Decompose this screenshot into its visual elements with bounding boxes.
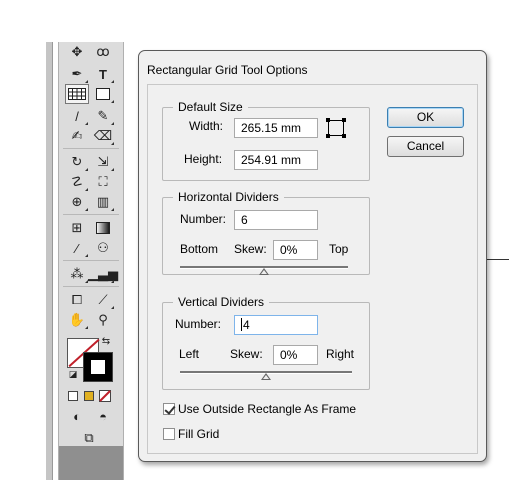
horizontal-skew-field[interactable]: 0% xyxy=(273,240,318,260)
height-label: Height: xyxy=(184,152,223,166)
width-field[interactable]: 265.15 mm xyxy=(234,118,318,138)
lasso-icon[interactable]: ꝏ xyxy=(91,42,115,62)
horizontal-top-label: Top xyxy=(329,242,349,256)
zoom-tool-icon[interactable]: ⚲ xyxy=(91,310,115,330)
warp-tool-icon[interactable]: ☡ xyxy=(65,172,89,192)
vertical-dividers-legend: Vertical Dividers xyxy=(173,295,270,309)
hand-tool-icon[interactable]: ✋ xyxy=(65,310,89,330)
horizontal-number-field[interactable]: 6 xyxy=(234,210,318,230)
pen-tool-icon[interactable]: ✒ xyxy=(65,64,89,84)
slice-tool-icon[interactable]: ⟋ xyxy=(91,290,115,310)
free-transform-icon[interactable]: ⛶ xyxy=(91,172,115,192)
fill-grid-checkbox[interactable] xyxy=(163,428,175,440)
gradient-tool-icon[interactable] xyxy=(91,218,115,238)
cancel-button[interactable]: Cancel xyxy=(387,136,464,157)
height-field[interactable]: 254.91 mm xyxy=(234,150,318,170)
gradient-mode-icon[interactable] xyxy=(81,386,97,406)
swap-fill-stroke-icon[interactable]: ⇆ xyxy=(99,334,113,348)
default-size-group: Default Size Width: 265.15 mm Height: 25… xyxy=(162,100,370,181)
horizontal-bottom-label: Bottom xyxy=(180,242,219,256)
divider xyxy=(63,214,119,215)
blend-tool-icon[interactable]: ⚇ xyxy=(91,238,115,258)
horizontal-number-label: Number: xyxy=(180,212,227,226)
mesh-tool-icon[interactable]: ⊞ xyxy=(65,218,89,238)
divider xyxy=(63,148,119,149)
type-tool-glyph: T xyxy=(99,66,107,82)
type-tool-icon[interactable]: T xyxy=(91,64,115,84)
vertical-number-value: 4 xyxy=(243,318,250,332)
gradient-icon xyxy=(96,222,110,234)
horizontal-skew-label: Skew: xyxy=(234,242,267,256)
eraser-icon[interactable]: ⌫ xyxy=(91,126,115,146)
dialog-titlebar[interactable]: Rectangular Grid Tool Options xyxy=(139,51,486,85)
vertical-number-label: Number: xyxy=(175,317,222,331)
width-label: Width: xyxy=(189,119,224,133)
vertical-dividers-group: Vertical Dividers Number: 4 Left Skew: 0… xyxy=(162,295,370,390)
checkmark-icon xyxy=(164,403,176,415)
eyedropper-icon[interactable]: ⁄ xyxy=(65,238,89,258)
canvas-guide-line xyxy=(484,259,509,260)
palette-gutter xyxy=(46,42,53,480)
shape-builder-icon[interactable]: ⊕ xyxy=(65,192,89,212)
horizontal-dividers-legend: Horizontal Dividers xyxy=(173,190,284,204)
default-colors-icon[interactable]: ◪ xyxy=(67,368,79,380)
default-size-legend: Default Size xyxy=(173,100,248,114)
none-icon xyxy=(99,390,111,402)
fill-grid-label[interactable]: Fill Grid xyxy=(178,427,219,441)
rectangle-icon xyxy=(96,88,110,100)
vertical-skew-label: Skew: xyxy=(230,347,263,361)
draw-behind-icon[interactable]: ◓ xyxy=(91,406,115,426)
rectangle-tool-icon[interactable] xyxy=(91,84,115,104)
blob-brush-icon[interactable]: ✍ xyxy=(65,126,89,146)
color-mode-icon[interactable] xyxy=(65,386,81,406)
drawing-mode-icon[interactable]: ◐ xyxy=(65,406,89,426)
tools-panel: ✥ ꝏ ✒ T / ✎ ✍ ⌫ ↻ ⇲ ☡ ⛶ ⊕ ▥ ⊞ ⁄ ⚇ ⁂ ▁▃▅ … xyxy=(58,42,124,480)
vertical-skew-slider-thumb[interactable] xyxy=(261,373,271,380)
divider xyxy=(63,286,119,287)
gradient-swatch-icon xyxy=(84,391,94,401)
rotate-tool-icon[interactable]: ↻ xyxy=(65,152,89,172)
vertical-right-label: Right xyxy=(326,347,355,361)
artboard-tool-icon[interactable]: ⧠ xyxy=(65,290,89,310)
divider xyxy=(63,260,119,261)
text-caret xyxy=(241,318,242,331)
reference-point-icon[interactable] xyxy=(326,118,346,138)
color-icon xyxy=(68,391,78,401)
rectangular-grid-options-dialog: Rectangular Grid Tool Options Default Si… xyxy=(138,50,487,462)
screen-mode-icon[interactable]: ⧉ xyxy=(77,428,101,448)
panel-background xyxy=(59,446,123,480)
canvas-area xyxy=(484,42,509,480)
ok-button[interactable]: OK xyxy=(387,107,464,128)
scale-tool-icon[interactable]: ⇲ xyxy=(91,152,115,172)
pencil-icon[interactable]: ✎ xyxy=(91,106,115,126)
use-outside-rectangle-checkbox[interactable] xyxy=(163,403,176,415)
column-graph-icon[interactable]: ▁▃▅ xyxy=(88,264,118,284)
none-mode-icon[interactable] xyxy=(97,386,113,406)
use-outside-rectangle-label[interactable]: Use Outside Rectangle As Frame xyxy=(178,402,356,416)
rectangular-grid-tool-icon[interactable] xyxy=(65,84,89,104)
vertical-number-field[interactable]: 4 xyxy=(234,315,318,335)
grid-icon xyxy=(68,88,86,100)
paintbrush-icon[interactable]: / xyxy=(65,106,89,126)
symbol-sprayer-icon[interactable]: ⁂ xyxy=(65,264,89,284)
dialog-title: Rectangular Grid Tool Options xyxy=(147,63,308,77)
horizontal-dividers-group: Horizontal Dividers Number: 6 Bottom Ske… xyxy=(162,190,370,275)
stroke-color-swatch[interactable] xyxy=(83,352,113,382)
magic-wand-icon[interactable]: ✥ xyxy=(65,42,89,62)
dialog-body: Default Size Width: 265.15 mm Height: 25… xyxy=(147,84,478,454)
horizontal-skew-slider-thumb[interactable] xyxy=(259,268,269,275)
vertical-skew-field[interactable]: 0% xyxy=(273,345,318,365)
perspective-grid-icon[interactable]: ▥ xyxy=(91,192,115,212)
vertical-left-label: Left xyxy=(179,347,200,361)
